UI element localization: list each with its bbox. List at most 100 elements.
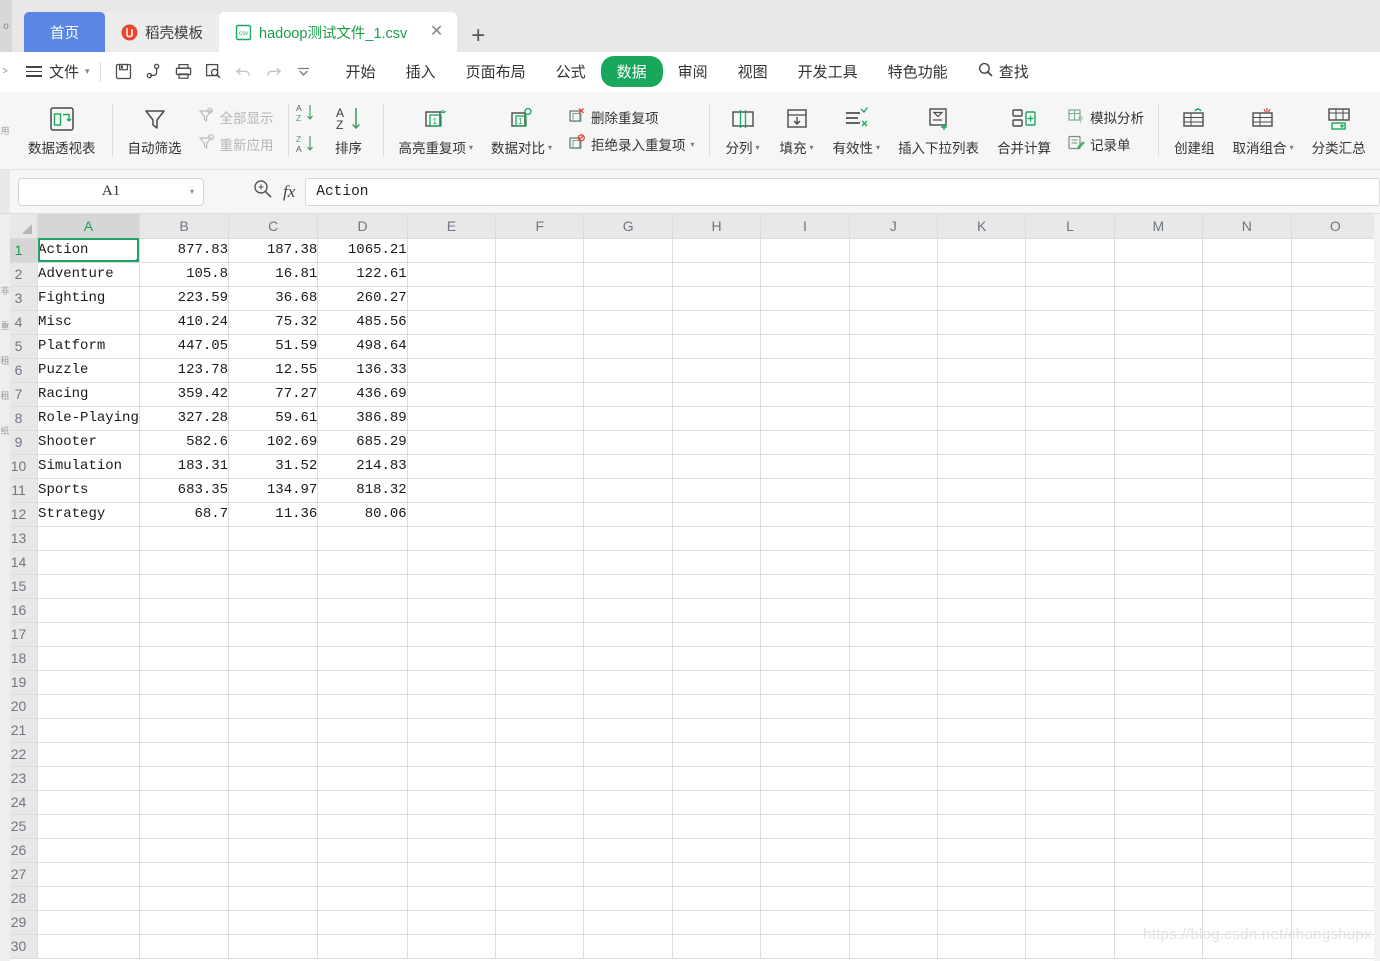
cell-K3[interactable] — [937, 286, 1027, 311]
cell-D26[interactable] — [317, 838, 408, 863]
cell-C25[interactable] — [228, 814, 319, 839]
cell-A17[interactable] — [37, 622, 140, 647]
cell-M25[interactable] — [1114, 814, 1204, 839]
cell-C28[interactable] — [228, 886, 319, 911]
show-all-button[interactable]: 全部显示 — [195, 106, 277, 128]
cell-C2[interactable]: 16.81 — [228, 262, 319, 287]
cell-D28[interactable] — [317, 886, 408, 911]
cell-H26[interactable] — [672, 838, 762, 863]
cell-H18[interactable] — [672, 646, 762, 671]
cell-D13[interactable] — [317, 526, 408, 551]
cell-N20[interactable] — [1202, 694, 1292, 719]
cell-G19[interactable] — [583, 670, 673, 695]
cell-A28[interactable] — [37, 886, 140, 911]
cell-E11[interactable] — [407, 478, 497, 503]
cell-F10[interactable] — [495, 454, 585, 479]
cell-O29[interactable] — [1291, 910, 1380, 935]
cell-A23[interactable] — [37, 766, 140, 791]
cell-I3[interactable] — [760, 286, 850, 311]
cell-H11[interactable] — [672, 478, 762, 503]
cell-H25[interactable] — [672, 814, 762, 839]
cell-H4[interactable] — [672, 310, 762, 335]
cell-N10[interactable] — [1202, 454, 1292, 479]
cell-B13[interactable] — [139, 526, 230, 551]
cell-H16[interactable] — [672, 598, 762, 623]
cell-I2[interactable] — [760, 262, 850, 287]
cell-G20[interactable] — [583, 694, 673, 719]
cell-D17[interactable] — [317, 622, 408, 647]
column-header-H[interactable]: H — [672, 214, 762, 239]
cell-I13[interactable] — [760, 526, 850, 551]
cell-C10[interactable]: 31.52 — [228, 454, 319, 479]
cell-A22[interactable] — [37, 742, 140, 767]
column-header-D[interactable]: D — [317, 214, 408, 239]
cell-F18[interactable] — [495, 646, 585, 671]
cell-F30[interactable] — [495, 934, 585, 959]
cell-C15[interactable] — [228, 574, 319, 599]
cell-H6[interactable] — [672, 358, 762, 383]
cell-K6[interactable] — [937, 358, 1027, 383]
cell-K26[interactable] — [937, 838, 1027, 863]
cell-M28[interactable] — [1114, 886, 1204, 911]
cell-J23[interactable] — [849, 766, 938, 791]
cell-A7[interactable]: Racing — [37, 382, 140, 407]
cell-K19[interactable] — [937, 670, 1027, 695]
tab-document-hadoop-csv[interactable]: csv hadoop测试文件_1.csv ✕ — [219, 12, 458, 52]
cell-K30[interactable] — [937, 934, 1027, 959]
cell-O8[interactable] — [1291, 406, 1380, 431]
cell-C19[interactable] — [228, 670, 319, 695]
column-header-J[interactable]: J — [849, 214, 938, 239]
redo-icon[interactable] — [261, 59, 287, 85]
cell-G9[interactable] — [583, 430, 673, 455]
cell-F26[interactable] — [495, 838, 585, 863]
cell-D19[interactable] — [317, 670, 408, 695]
cell-B16[interactable] — [139, 598, 230, 623]
cell-C9[interactable]: 102.69 — [228, 430, 319, 455]
cell-I9[interactable] — [760, 430, 850, 455]
cell-K5[interactable] — [937, 334, 1027, 359]
cell-K21[interactable] — [937, 718, 1027, 743]
tab-special-features[interactable]: 特色功能 — [873, 56, 963, 87]
cell-J1[interactable] — [849, 238, 938, 263]
cell-N16[interactable] — [1202, 598, 1292, 623]
reject-duplicates-button[interactable]: 拒绝录入重复项 ▾ — [565, 133, 698, 155]
cell-D20[interactable] — [317, 694, 408, 719]
print-preview-icon[interactable] — [201, 59, 227, 85]
cell-B30[interactable] — [139, 934, 230, 959]
cell-F24[interactable] — [495, 790, 585, 815]
cell-E5[interactable] — [407, 334, 497, 359]
cell-F28[interactable] — [495, 886, 585, 911]
cell-D29[interactable] — [317, 910, 408, 935]
column-header-C[interactable]: C — [228, 214, 319, 239]
cell-L6[interactable] — [1025, 358, 1115, 383]
cell-B8[interactable]: 327.28 — [139, 406, 230, 431]
cell-I22[interactable] — [760, 742, 850, 767]
cell-I8[interactable] — [760, 406, 850, 431]
cell-O14[interactable] — [1291, 550, 1380, 575]
cell-F27[interactable] — [495, 862, 585, 887]
cell-N13[interactable] — [1202, 526, 1292, 551]
cell-J10[interactable] — [849, 454, 938, 479]
cell-M10[interactable] — [1114, 454, 1204, 479]
cell-B21[interactable] — [139, 718, 230, 743]
sort-asc-icon[interactable]: A Z — [295, 102, 319, 129]
cell-F14[interactable] — [495, 550, 585, 575]
cell-O19[interactable] — [1291, 670, 1380, 695]
cell-O3[interactable] — [1291, 286, 1380, 311]
cell-C20[interactable] — [228, 694, 319, 719]
cell-E18[interactable] — [407, 646, 497, 671]
cell-D30[interactable] — [317, 934, 408, 959]
cell-J29[interactable] — [849, 910, 938, 935]
validation-button[interactable]: 有效性 ▾ — [824, 100, 890, 161]
cell-F22[interactable] — [495, 742, 585, 767]
cell-E4[interactable] — [407, 310, 497, 335]
cell-O17[interactable] — [1291, 622, 1380, 647]
cell-N24[interactable] — [1202, 790, 1292, 815]
cell-H20[interactable] — [672, 694, 762, 719]
share-icon[interactable] — [141, 59, 167, 85]
cell-J21[interactable] — [849, 718, 938, 743]
cell-E22[interactable] — [407, 742, 497, 767]
cell-M27[interactable] — [1114, 862, 1204, 887]
cell-D10[interactable]: 214.83 — [317, 454, 408, 479]
cell-O11[interactable] — [1291, 478, 1380, 503]
